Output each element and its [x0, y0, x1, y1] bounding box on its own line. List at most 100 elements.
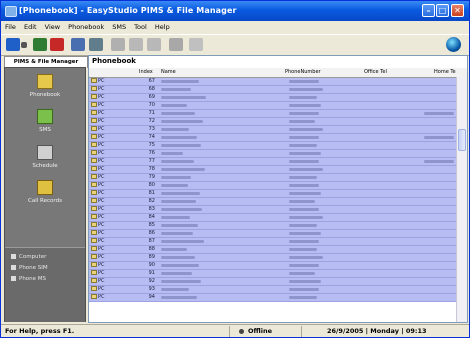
row-index: 68	[148, 86, 155, 92]
table-row[interactable]: PC 81	[89, 190, 456, 198]
table-row[interactable]: PC 93	[89, 286, 456, 294]
table-row[interactable]: PC 94	[89, 294, 456, 302]
menu-file[interactable]: File	[5, 21, 16, 33]
nav-item-sms[interactable]: SMS	[5, 109, 85, 133]
nav-item-call-records[interactable]: Call Records	[5, 180, 85, 204]
row-name-blurred	[161, 272, 192, 275]
row-index: 81	[148, 190, 155, 196]
title-bar[interactable]: [Phonebook] - EasyStudio PIMS & File Man…	[1, 1, 469, 21]
close-button[interactable]: ✕	[451, 4, 464, 17]
col-home-tel[interactable]: Home Te	[434, 69, 456, 75]
call-records-icon	[37, 180, 53, 195]
menu-view[interactable]: View	[45, 21, 60, 33]
table-row[interactable]: PC 67	[89, 78, 456, 86]
row-phone-blurred	[289, 264, 319, 267]
nav-item-phonebook[interactable]: Phonebook	[5, 74, 85, 98]
row-location: PC	[91, 262, 105, 269]
row-index: 70	[148, 102, 155, 108]
row-location: PC	[91, 182, 105, 189]
paste-icon[interactable]	[147, 38, 161, 51]
table-row[interactable]: PC 84	[89, 214, 456, 222]
col-name[interactable]: Name	[161, 69, 176, 75]
table-row[interactable]: PC 79	[89, 174, 456, 182]
device-phone-ms[interactable]: Phone MS	[11, 276, 46, 282]
menu-help[interactable]: Help	[155, 21, 170, 33]
table-row[interactable]: PC 87	[89, 238, 456, 246]
row-phone-blurred	[289, 88, 323, 91]
menu-phonebook[interactable]: Phonebook	[68, 21, 104, 33]
table-row[interactable]: PC 89	[89, 254, 456, 262]
row-phone-blurred	[289, 176, 317, 179]
scrollbar-thumb[interactable]	[458, 129, 466, 151]
delete-icon[interactable]	[50, 38, 64, 51]
table-row[interactable]: PC 91	[89, 270, 456, 278]
nav-item-schedule[interactable]: Schedule	[5, 145, 85, 169]
phonebook-pane: Phonebook Index Name PhoneNumber Office …	[88, 55, 468, 323]
table-row[interactable]: PC 71	[89, 110, 456, 118]
pc-icon	[91, 134, 97, 139]
row-phone-blurred	[289, 184, 319, 187]
row-home-tel-blurred	[424, 136, 454, 139]
settings-icon[interactable]	[189, 38, 203, 51]
device-phone-sim[interactable]: Phone SIM	[11, 265, 48, 271]
find-icon[interactable]	[169, 38, 183, 51]
cut-icon[interactable]	[111, 38, 125, 51]
dropdown-arrow-icon[interactable]	[21, 42, 27, 48]
col-office-tel[interactable]: Office Tel	[364, 69, 387, 75]
table-row[interactable]: PC 70	[89, 102, 456, 110]
row-home-tel-blurred	[424, 112, 454, 115]
copy-icon[interactable]	[129, 38, 143, 51]
row-phone-blurred	[289, 216, 323, 219]
app-icon	[5, 6, 17, 17]
col-phonenumber[interactable]: PhoneNumber	[285, 69, 321, 75]
table-row[interactable]: PC 85	[89, 222, 456, 230]
row-index: 72	[148, 118, 155, 124]
row-location: PC	[91, 110, 105, 117]
row-index: 90	[148, 262, 155, 268]
pc-icon	[91, 86, 97, 91]
table-row[interactable]: PC 86	[89, 230, 456, 238]
table-row[interactable]: PC 83	[89, 206, 456, 214]
table-row[interactable]: PC 72	[89, 118, 456, 126]
row-name-blurred	[161, 144, 201, 147]
pc-icon	[91, 126, 97, 131]
row-phone-blurred	[289, 144, 317, 147]
pc-icon	[91, 110, 97, 115]
table-row[interactable]: PC 82	[89, 198, 456, 206]
row-index: 73	[148, 126, 155, 132]
table-row[interactable]: PC 73	[89, 126, 456, 134]
table-row[interactable]: PC 88	[89, 246, 456, 254]
col-index[interactable]: Index	[139, 69, 153, 75]
table-row[interactable]: PC 92	[89, 278, 456, 286]
globe-icon[interactable]	[446, 37, 461, 52]
import-icon[interactable]	[71, 38, 85, 51]
table-row[interactable]: PC 78	[89, 166, 456, 174]
table-row[interactable]: PC 80	[89, 182, 456, 190]
export-icon[interactable]	[89, 38, 103, 51]
device-computer[interactable]: Computer	[11, 254, 46, 260]
row-index: 89	[148, 254, 155, 260]
status-help: For Help, press F1.	[5, 327, 75, 335]
connect-icon[interactable]	[6, 38, 20, 51]
row-phone-blurred	[289, 192, 321, 195]
row-phone-blurred	[289, 240, 319, 243]
menu-edit[interactable]: Edit	[24, 21, 37, 33]
table-row[interactable]: PC 75	[89, 142, 456, 150]
table-row[interactable]: PC 69	[89, 94, 456, 102]
menu-sms[interactable]: SMS	[112, 21, 126, 33]
vertical-scrollbar[interactable]	[456, 77, 467, 322]
row-location: PC	[91, 254, 105, 261]
minimize-button[interactable]: –	[422, 4, 435, 17]
table-row[interactable]: PC 74	[89, 134, 456, 142]
row-index: 84	[148, 214, 155, 220]
table-row[interactable]: PC 77	[89, 158, 456, 166]
menu-tool[interactable]: Tool	[134, 21, 147, 33]
table-row[interactable]: PC 68	[89, 86, 456, 94]
row-location: PC	[91, 134, 105, 141]
row-index: 92	[148, 278, 155, 284]
maximize-button[interactable]: □	[436, 4, 449, 17]
new-entry-icon[interactable]	[33, 38, 47, 51]
table-row[interactable]: PC 76	[89, 150, 456, 158]
row-phone-blurred	[289, 136, 319, 139]
table-row[interactable]: PC 90	[89, 262, 456, 270]
